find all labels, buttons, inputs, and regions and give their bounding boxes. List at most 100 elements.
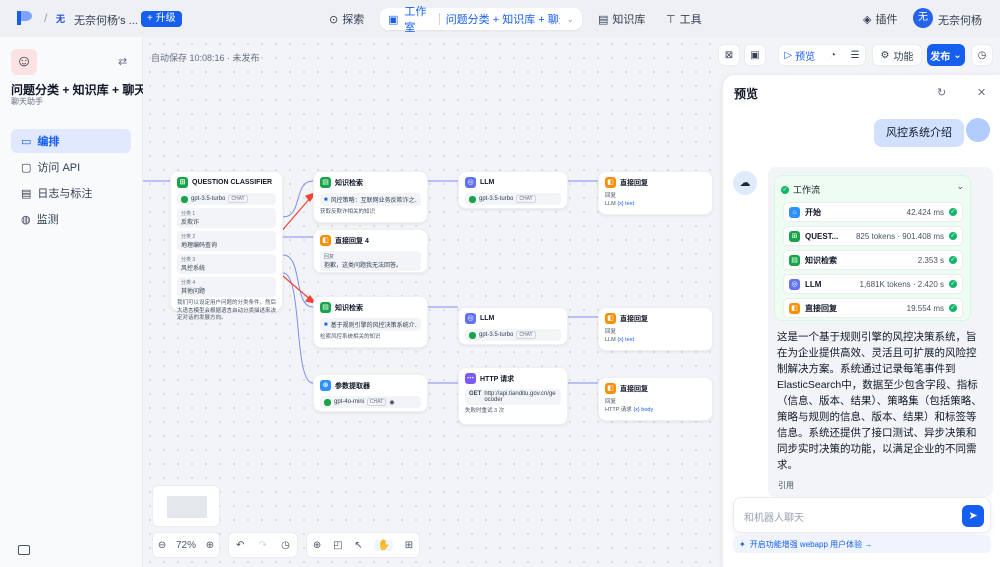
add-node-icon[interactable]: ⊕ xyxy=(313,540,321,551)
workflow-step[interactable]: ⊞ QUEST... 825 tokens · 901.408 ms ✓ xyxy=(783,226,963,246)
chevron-down-icon[interactable]: ⌄ xyxy=(566,14,574,25)
node-llm-1[interactable]: ◎ LLM gpt-3.5-turbo CHAT xyxy=(458,171,568,209)
checklist-icon[interactable]: ◔ xyxy=(830,50,836,61)
node-knowledge-retrieval-2[interactable]: ▤ 知识检索 ■ 基于规则引擎的风控决策系统介... 检索风控系统相关的知识 xyxy=(313,296,428,348)
llm-icon: ◎ xyxy=(465,177,476,188)
panel-title: 预览 xyxy=(734,87,759,101)
history-icon[interactable]: ◷ xyxy=(281,540,290,551)
redo-icon[interactable]: ↷ xyxy=(259,540,267,551)
chat-input-placeholder: 和机器人聊天 xyxy=(744,513,804,524)
minimap[interactable] xyxy=(152,485,220,527)
chevron-down-icon[interactable]: ⌄ xyxy=(956,181,964,192)
nav-studio[interactable]: ▣ 工作室 问题分类 + 知识库 + 聊天... ⌄ xyxy=(380,6,582,34)
reply-source: LLM xyxy=(605,336,616,343)
chat-input[interactable]: 和机器人聊天 ➤ xyxy=(733,497,991,533)
node-title: 直接回复 4 xyxy=(335,237,369,245)
list-icon[interactable]: ☰ xyxy=(851,50,860,61)
workflow-trace[interactable]: ✓ 工作流 ⌄ ⌂ 开始 42.424 ms ✓ ⊞ QUEST... 825 tokens… xyxy=(774,175,971,321)
answer-text: 这是一个基于规则引擎的风控决策系统，旨在为企业提供高效、灵活且可扩展的风险控制解… xyxy=(777,331,982,471)
workflow-step[interactable]: ◧ 直接回复 19.554 ms ✓ xyxy=(783,298,963,318)
nav-explore[interactable]: ⊙ 探索 xyxy=(329,11,364,27)
model-tag: CHAT xyxy=(516,195,536,203)
version-history-button[interactable]: ◷ xyxy=(971,44,993,66)
zoom-in-icon[interactable]: ⊕ xyxy=(206,540,214,551)
node-title: 直接回复 xyxy=(620,179,648,187)
enhance-banner[interactable]: ✦ 开启功能增强 webapp 用户体验 → xyxy=(733,535,991,553)
reply-label: 回复 xyxy=(324,254,335,260)
publish-button[interactable]: 发布 ⌄ xyxy=(927,44,965,66)
pointer-icon[interactable]: ↖ xyxy=(354,540,362,551)
nav-plugins[interactable]: ◈ 插件 xyxy=(863,11,897,27)
bot-message: ✓ 工作流 ⌄ ⌂ 开始 42.424 ms ✓ ⊞ QUEST... 825 tokens… xyxy=(768,167,993,497)
workflow-canvas[interactable]: 自动保存 10:08:16 · 未发布 ⊞ QUESTION CLASSIFIER… xyxy=(143,37,723,567)
llm-icon: ◎ xyxy=(789,278,800,290)
sidebar-item-api[interactable]: ▢ 访问 API xyxy=(11,155,131,179)
upgrade-button[interactable]: + 升级 xyxy=(141,11,182,27)
workflow-step[interactable]: ◎ LLM 1,681K tokens · 2.420 s ✓ xyxy=(783,274,963,294)
book-icon: ▤ xyxy=(598,13,609,26)
workflow-step[interactable]: ⌂ 开始 42.424 ms ✓ xyxy=(783,202,963,222)
class-item: 分类 4 其他问题 xyxy=(177,277,276,297)
reply-icon: ◧ xyxy=(605,177,616,188)
app-subtitle: 聊天助手 xyxy=(11,97,43,106)
nav-knowledge[interactable]: ▤ 知识库 xyxy=(598,11,645,27)
hand-icon[interactable]: ✋ xyxy=(374,539,393,551)
zoom-level[interactable]: 72% xyxy=(176,540,196,551)
node-direct-reply-4[interactable]: ◧ 直接回复 4 回复 抱歉，这类问题我无法回答。 xyxy=(313,229,428,273)
nav-divider xyxy=(438,13,440,25)
nav-tools[interactable]: ⊤ 工具 xyxy=(666,11,702,27)
node-direct-reply-1[interactable]: ◧ 直接回复 回复 LLM {x} text xyxy=(598,171,713,215)
check-icon: ✓ xyxy=(949,208,957,216)
node-direct-reply-2[interactable]: ◧ 直接回复 回复 LLM {x} text xyxy=(598,307,713,351)
reply-variable: {x} text xyxy=(617,336,635,343)
settings-icon[interactable]: ⇄ xyxy=(118,55,127,68)
sidebar-item-label: 访问 API xyxy=(37,162,81,174)
user-message: 风控系统介绍 xyxy=(874,119,964,147)
reply-icon: ◧ xyxy=(605,313,616,324)
user-name[interactable]: 无奈何杨 xyxy=(938,12,982,28)
note-icon[interactable]: ◰ xyxy=(333,540,342,551)
node-http-request[interactable]: ⋯ HTTP 请求 GET http://api.tianditu.gov.cn/g… xyxy=(458,367,568,425)
top-bar: / 无 无奈何杨's ... + 升级 ⊙ 探索 ▣ 工作室 问题分类 + 知识库… xyxy=(0,0,1000,37)
node-llm-2[interactable]: ◎ LLM gpt-3.5-turbo CHAT xyxy=(458,307,568,345)
features-button[interactable]: ⚙ 功能 xyxy=(872,44,922,66)
class-value: 其他问题 xyxy=(181,289,206,295)
avatar[interactable]: 无 xyxy=(913,8,933,28)
node-description: 我们可以设定用户问题的分类条件，然后大语言模型会根据语言自动分类描述来决定对话的… xyxy=(177,300,277,322)
send-button[interactable]: ➤ xyxy=(962,505,984,527)
sidebar: ☺ ⇄ 问题分类 + 知识库 + 聊天... 聊天助手 ▭ 编排 ▢ 访问 API … xyxy=(0,37,156,567)
node-title: LLM xyxy=(480,315,495,322)
collapse-sidebar-icon[interactable] xyxy=(18,545,30,555)
layout-icon[interactable]: ⊞ xyxy=(405,540,413,551)
reply-icon: ◧ xyxy=(789,302,800,314)
step-name: 开始 xyxy=(805,207,821,217)
app-logo[interactable] xyxy=(16,10,34,26)
workspace-name[interactable]: 无奈何杨's ... xyxy=(74,12,138,28)
cube-icon: ◈ xyxy=(863,13,872,26)
close-icon[interactable]: ✕ xyxy=(977,86,986,99)
folder-icon: ■ xyxy=(324,196,328,203)
zoom-out-icon[interactable]: ⊖ xyxy=(158,540,166,551)
reply-icon: ◧ xyxy=(605,383,616,394)
preview-button[interactable]: ▷ 预览 xyxy=(784,48,815,63)
undo-icon[interactable]: ↶ xyxy=(236,540,244,551)
sidebar-item-logs[interactable]: ▤ 日志与标注 xyxy=(11,181,131,205)
nav-tools-label: 工具 xyxy=(679,14,702,26)
sidebar-item-orchestrate[interactable]: ▭ 编排 xyxy=(11,129,131,153)
step-meta: 19.554 ms xyxy=(906,303,944,313)
current-app-tab[interactable]: 问题分类 + 知识库 + 聊天... xyxy=(446,11,561,27)
node-direct-reply-3[interactable]: ◧ 直接回复 回复 HTTP 请求 {x} body xyxy=(598,377,713,421)
node-parameter-extractor[interactable]: ⊛ 参数提取器 gpt-4o-mini CHAT ◉ xyxy=(313,374,428,412)
node-question-classifier[interactable]: ⊞ QUESTION CLASSIFIER gpt-3.5-turbo CHAT 分… xyxy=(170,171,283,321)
sidebar-item-monitor[interactable]: ◍ 监测 xyxy=(11,207,131,231)
env-vars-button[interactable]: ⊠ xyxy=(718,44,740,66)
system-vars-button[interactable]: ▣ xyxy=(744,44,766,66)
nav-plugins-label: 插件 xyxy=(875,14,898,26)
enhance-label: 开启功能增强 webapp 用户体验 → xyxy=(749,539,873,549)
node-knowledge-retrieval-1[interactable]: ▤ 知识检索 ■ 风控策略：互联网业务反欺诈之... 获取反欺诈相关的知识 xyxy=(313,171,428,223)
workflow-step[interactable]: ▤ 知识检索 2.353 s ✓ xyxy=(783,250,963,270)
refresh-icon[interactable]: ↻ xyxy=(937,86,946,99)
app-icon: ☺ xyxy=(11,49,37,75)
file-icon: ▤ xyxy=(21,187,32,200)
model-tag: CHAT xyxy=(228,195,248,203)
